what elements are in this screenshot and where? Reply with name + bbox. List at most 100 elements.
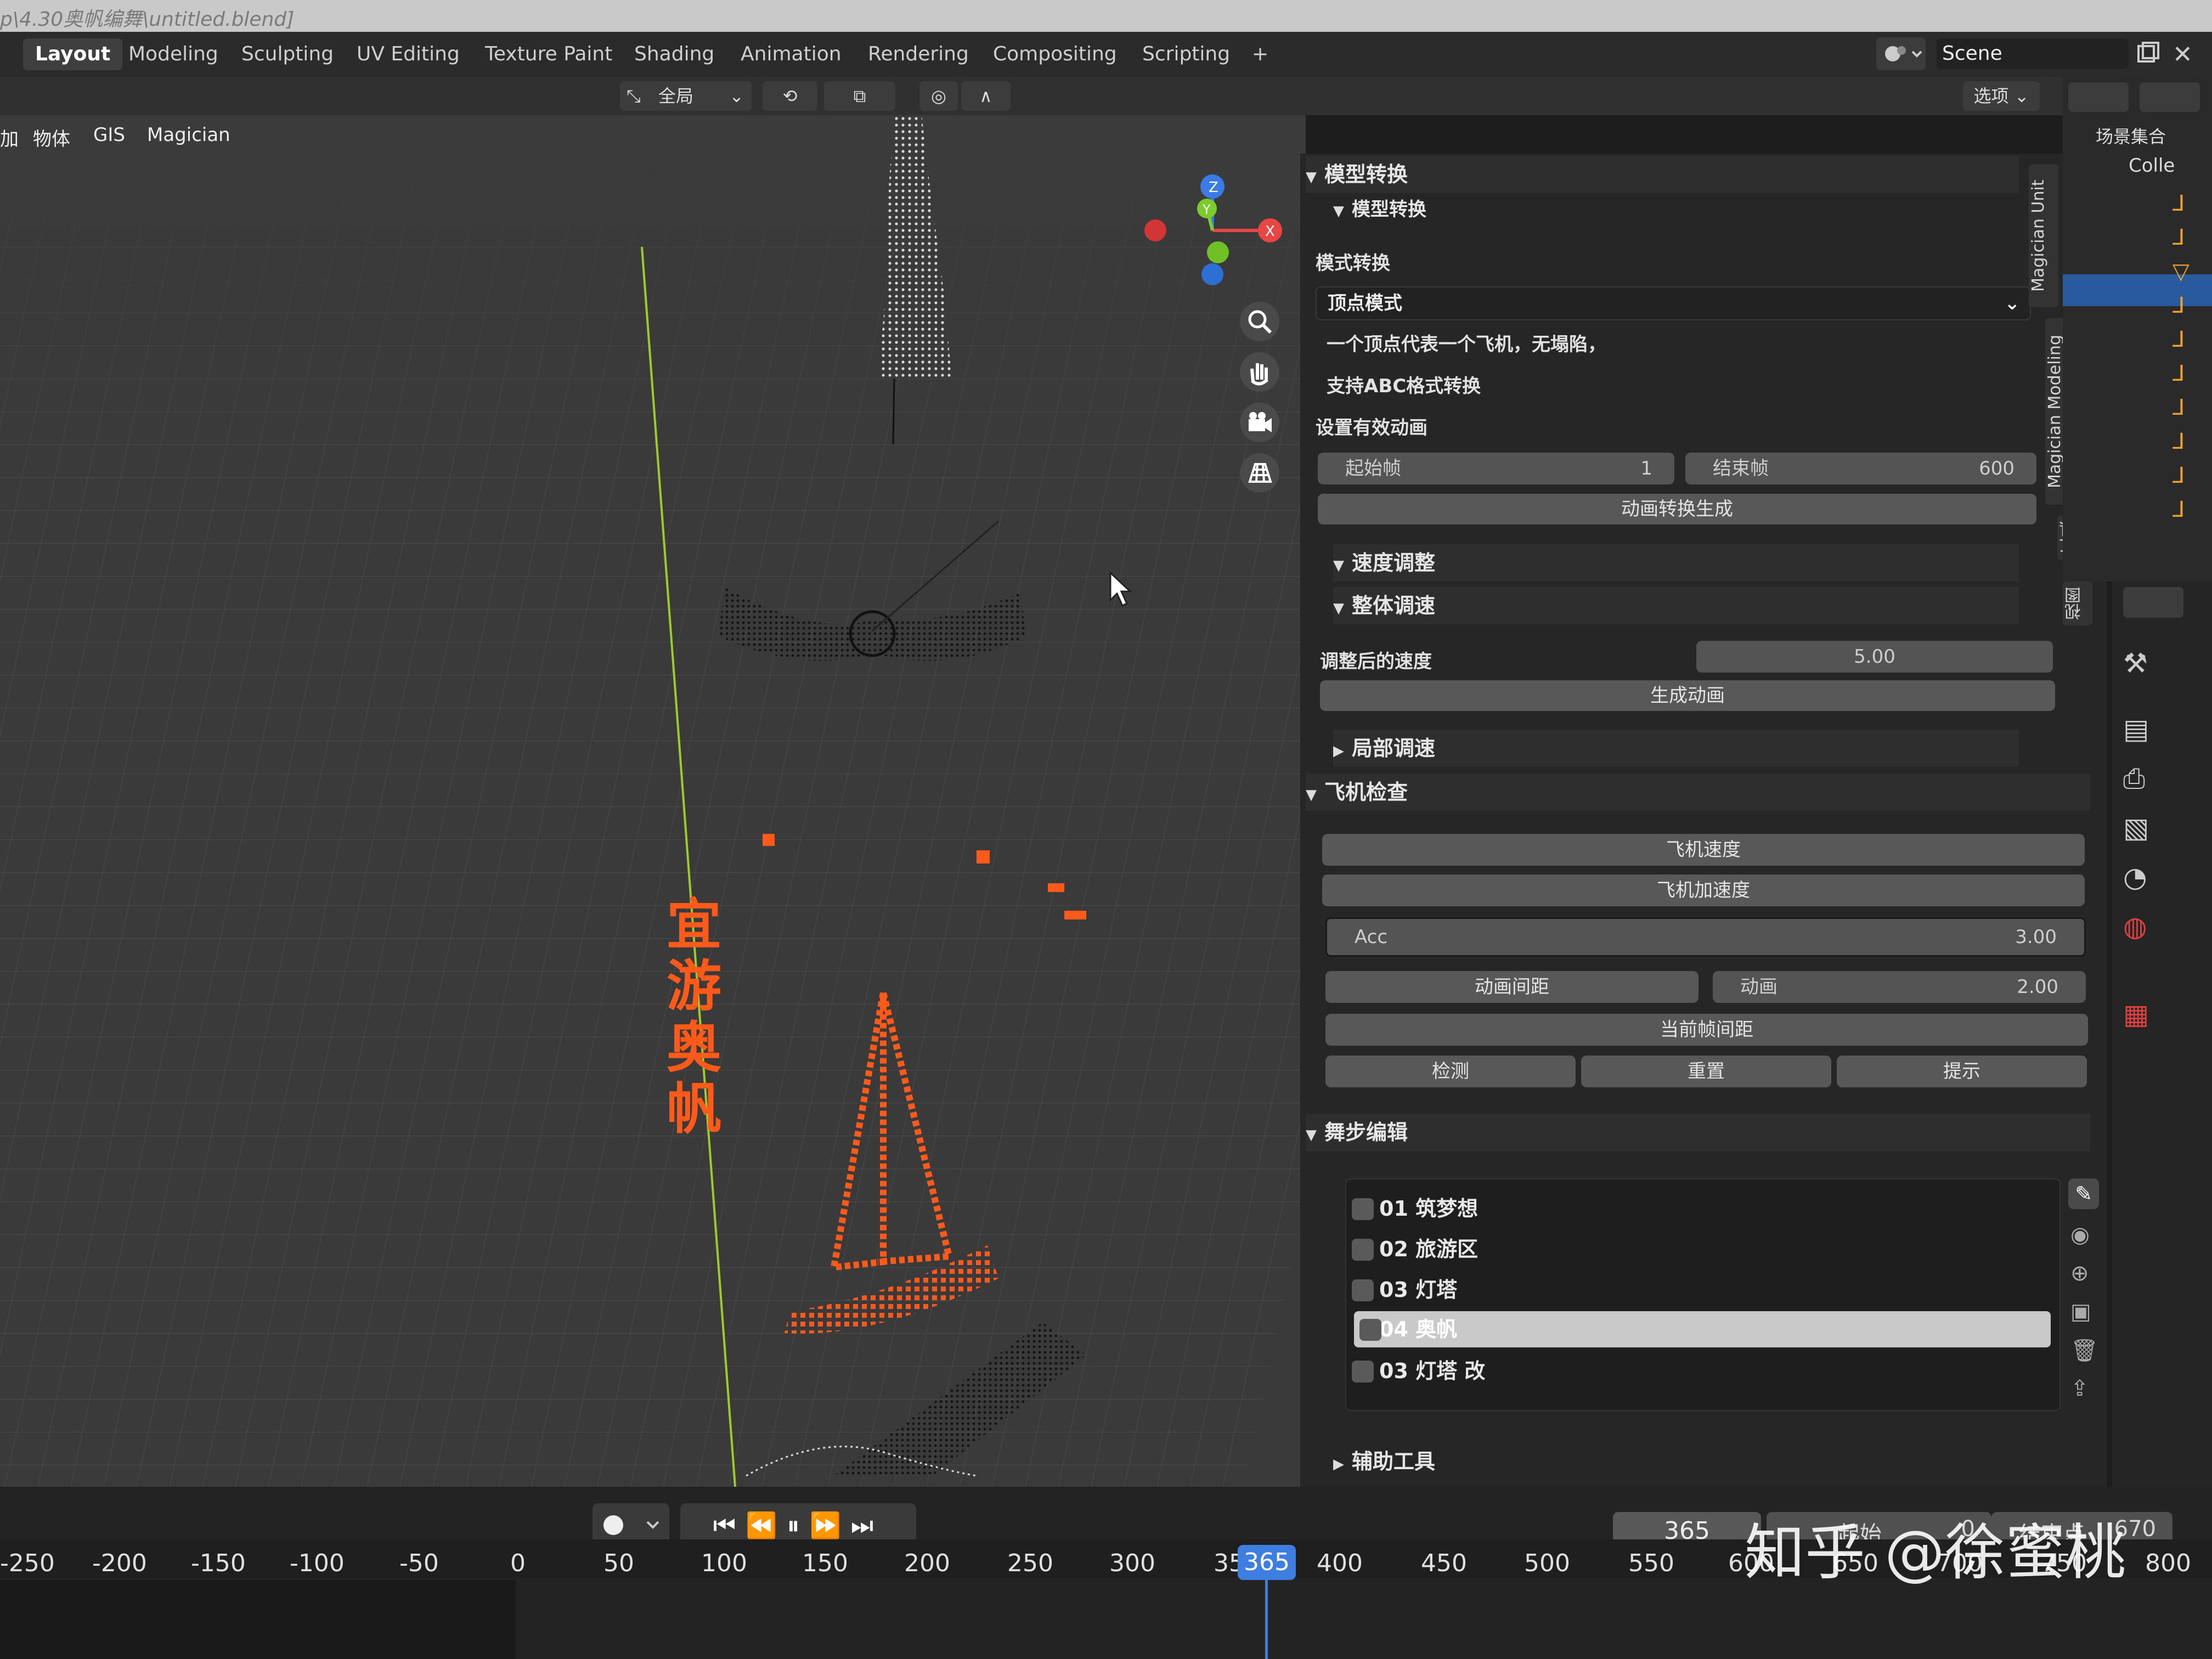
drone-check-header[interactable]: ▼ 飞机检查: [1306, 774, 2090, 811]
local-speed-title: 局部调速: [1352, 736, 1436, 760]
tab-shading[interactable]: Shading: [622, 38, 726, 70]
checkbox[interactable]: [1352, 1361, 1374, 1383]
list-item[interactable]: 03 灯塔 改: [1352, 1353, 2070, 1389]
model-convert-subtitle: 模型转换: [1352, 199, 1426, 221]
ruler-tick: -100: [290, 1549, 345, 1577]
tool-icon[interactable]: ⚒: [2123, 647, 2148, 679]
tab-texture-paint[interactable]: Texture Paint: [473, 38, 624, 70]
mode-dropdown[interactable]: 顶点模式 ⌄: [1316, 286, 2031, 320]
tab-compositing[interactable]: Compositing: [981, 38, 1129, 70]
bulb-icon[interactable]: ◉: [2070, 1222, 2090, 1248]
camera-view-icon[interactable]: [1240, 403, 1279, 442]
transform-orientation-dropdown[interactable]: ⤡ 全局 ⌄: [620, 81, 752, 111]
aux-tools-title: 辅助工具: [1352, 1449, 1436, 1474]
3d-viewport[interactable]: 加 物体 GIS Magician 宜游奥帆 Z X Y: [0, 115, 1306, 1487]
collapse-triangle-icon: ▼: [1333, 557, 1344, 574]
ortho-grid-icon[interactable]: [1240, 453, 1279, 493]
save-icon[interactable]: ▣: [2070, 1299, 2091, 1324]
chevron-down-icon: ⌄: [729, 86, 744, 106]
display-mode-icon[interactable]: [2068, 82, 2129, 112]
options-dropdown[interactable]: 选项 ⌄: [1963, 81, 2040, 111]
model-convert-subheader[interactable]: ▼ 模型转换: [1333, 193, 2019, 226]
checkbox[interactable]: [1352, 1198, 1374, 1220]
texture-icon[interactable]: ▦: [2123, 998, 2149, 1030]
tab-animation[interactable]: Animation: [729, 38, 854, 70]
collapse-triangle-icon: ▼: [1333, 203, 1344, 219]
tab-layout[interactable]: Layout: [23, 38, 123, 70]
checkbox[interactable]: [1352, 1279, 1374, 1301]
choreo-list[interactable]: 01 筑梦想 02 旅游区 03 灯塔 04 奥帆 03 灯塔 改: [1345, 1178, 2061, 1411]
tab-modeling[interactable]: Modeling: [116, 38, 230, 70]
filter-icon[interactable]: [2140, 82, 2200, 112]
edit-pencil-icon[interactable]: ✎: [2068, 1178, 2099, 1209]
collection-label[interactable]: Colle: [2129, 155, 2175, 177]
navigation-gizmo[interactable]: Z X Y: [1136, 165, 1289, 296]
aux-tools-header[interactable]: ▶ 辅助工具: [1333, 1443, 2019, 1480]
mode-convert-label: 模式转换: [1316, 252, 1390, 274]
trash-icon[interactable]: 🗑: [2070, 1338, 2098, 1363]
checkbox[interactable]: [1352, 1239, 1374, 1261]
local-speed-header[interactable]: ▶ 局部调速: [1333, 730, 2019, 767]
overall-speed-header[interactable]: ▼ 整体调速: [1333, 587, 2019, 624]
snap-icon[interactable]: ⧉: [824, 81, 895, 111]
playhead-line[interactable]: [1265, 1580, 1268, 1659]
choreo-edit-title: 舞步编辑: [1324, 1120, 1408, 1144]
list-item[interactable]: 01 筑梦想: [1352, 1190, 2070, 1227]
menu-add[interactable]: 加: [0, 124, 19, 151]
hint-button[interactable]: 提示: [1837, 1056, 2087, 1087]
output-icon[interactable]: ⎙: [2123, 763, 2145, 795]
add-workspace-button[interactable]: +: [1240, 38, 1280, 70]
properties-type-icon[interactable]: [2123, 587, 2183, 618]
pivot-point-icon[interactable]: ⟲: [763, 81, 817, 111]
anim-convert-button[interactable]: 动画转换生成: [1318, 494, 2036, 524]
current-frame-spacing-button[interactable]: 当前帧间距: [1325, 1014, 2088, 1046]
detect-button[interactable]: 检测: [1325, 1056, 1576, 1087]
menu-magician[interactable]: Magician: [147, 124, 230, 146]
pan-hand-icon[interactable]: [1240, 352, 1279, 392]
model-convert-header[interactable]: ▼ 模型转换: [1306, 156, 2019, 193]
view-layer-icon[interactable]: ▧: [2123, 812, 2149, 844]
tab-uv-editing[interactable]: UV Editing: [345, 38, 472, 70]
list-item-selected[interactable]: 04 奥帆: [1354, 1311, 2051, 1347]
acc-field[interactable]: Acc 3.00: [1325, 917, 2086, 957]
reset-button[interactable]: 重置: [1581, 1056, 1831, 1087]
scene-selector-icon[interactable]: [1876, 37, 1926, 70]
gizmo-x-label: X: [1265, 223, 1275, 240]
tab-magician-unit[interactable]: Magician Unit: [2029, 165, 2058, 307]
speed-adjust-header[interactable]: ▼ 速度调整: [1333, 544, 2019, 582]
tab-scripting[interactable]: Scripting: [1130, 38, 1242, 70]
end-frame-field[interactable]: 结束帧 600: [1685, 453, 2036, 484]
proportional-editing-icon[interactable]: ◎: [919, 81, 958, 111]
menu-object[interactable]: 物体: [33, 124, 70, 151]
checkbox[interactable]: [1359, 1319, 1381, 1341]
add-icon[interactable]: ⊕: [2070, 1261, 2089, 1286]
ruler-tick: -50: [399, 1549, 439, 1577]
zoom-icon[interactable]: [1240, 302, 1279, 341]
list-item[interactable]: 03 灯塔: [1352, 1272, 2070, 1308]
scene-icon[interactable]: ◔: [2123, 861, 2147, 893]
chevron-down-icon: ⌄: [2004, 292, 2021, 314]
tab-rendering[interactable]: Rendering: [856, 38, 981, 70]
anim-spacing-button[interactable]: 动画间距: [1325, 971, 1699, 1003]
adjusted-speed-field[interactable]: 5.00: [1696, 641, 2053, 673]
falloff-icon[interactable]: ∧: [961, 81, 1011, 111]
export-icon[interactable]: ⇪: [2070, 1376, 2089, 1401]
tab-view[interactable]: 视图: [2063, 582, 2092, 625]
start-frame-field[interactable]: 起始帧 1: [1318, 453, 1674, 484]
close-icon[interactable]: ✕: [2172, 41, 2200, 69]
generate-animation-button[interactable]: 生成动画: [1320, 680, 2055, 711]
playhead-label[interactable]: 365: [1238, 1545, 1296, 1580]
anim-field[interactable]: 动画 2.00: [1713, 971, 2086, 1003]
tab-sculpting[interactable]: Sculpting: [229, 38, 346, 70]
new-scene-icon[interactable]: [2134, 41, 2162, 68]
list-item[interactable]: 02 旅游区: [1352, 1231, 2070, 1267]
world-icon[interactable]: ◍: [2123, 911, 2147, 943]
choreo-edit-header[interactable]: ▼ 舞步编辑: [1306, 1114, 2090, 1151]
drone-speed-button[interactable]: 飞机速度: [1322, 834, 2085, 866]
drone-acceleration-button[interactable]: 飞机加速度: [1322, 874, 2085, 906]
scene-name-field[interactable]: Scene: [1937, 38, 2129, 69]
orientation-icon: ⤡: [627, 86, 641, 106]
overall-speed-title: 整体调速: [1352, 594, 1436, 618]
render-icon[interactable]: ▤: [2123, 713, 2149, 745]
menu-gis[interactable]: GIS: [93, 124, 125, 146]
